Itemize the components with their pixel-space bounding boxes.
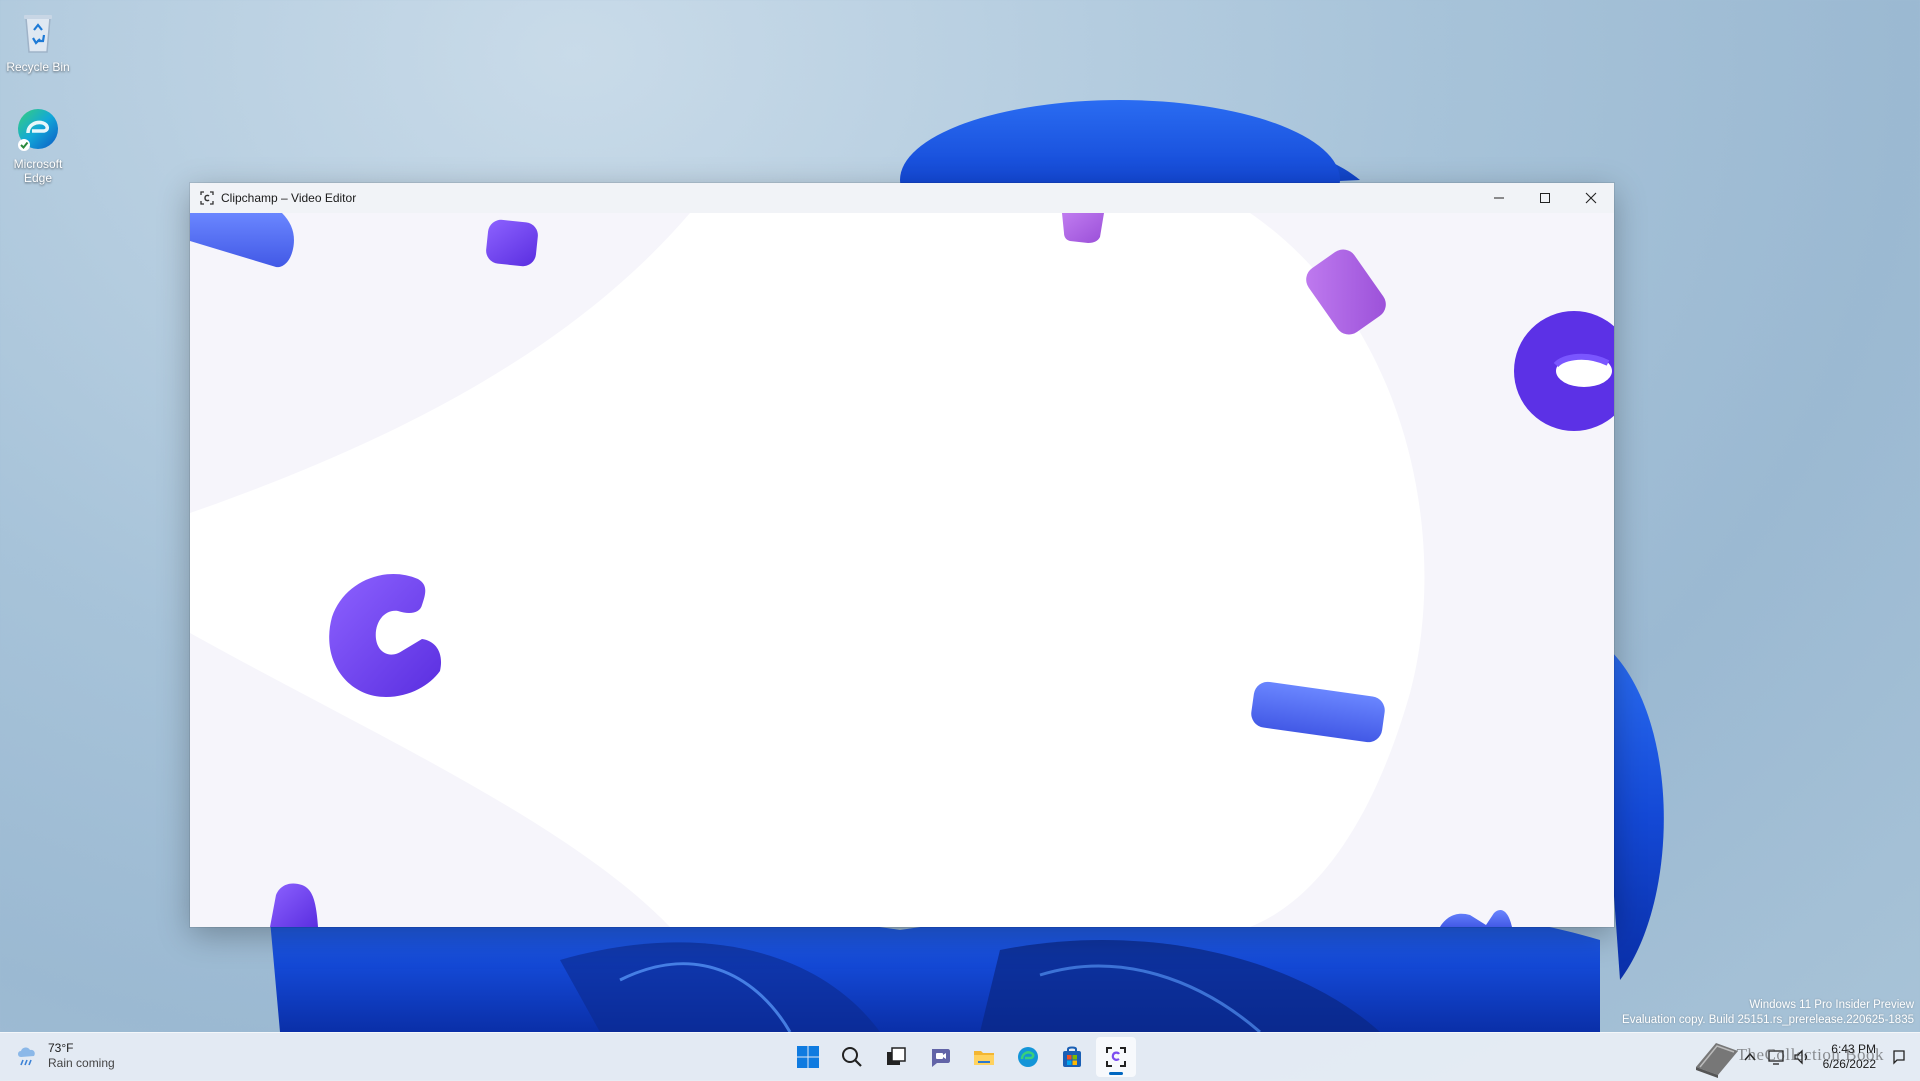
recycle-bin-icon [14,8,62,56]
book-icon [1696,1043,1738,1078]
decor-purple-cube [486,219,538,267]
weather-condition: Rain coming [48,1056,115,1070]
store-button[interactable] [1052,1037,1092,1077]
notification-icon [1893,1050,1905,1065]
splash-screen [190,213,1614,927]
taskbar: 73°F Rain coming 6:43 PM 6/26/2022 TheCo… [0,1032,1920,1081]
close-button[interactable] [1568,183,1614,213]
search-button[interactable] [832,1037,872,1077]
maximize-icon [1540,193,1550,203]
clock-time: 6:43 PM [1831,1042,1876,1056]
clipchamp-window[interactable]: Clipchamp – Video Editor [190,183,1614,927]
network-icon [1767,1050,1784,1065]
decor-violet-cube [1062,213,1104,243]
edge-icon [1018,1047,1038,1067]
file-explorer-button[interactable] [964,1037,1004,1077]
watermark-line-1: Windows 11 Pro Insider Preview [1749,999,1914,1011]
clipchamp-icon [1106,1047,1126,1067]
weather-temp: 73°F [48,1041,74,1055]
desktop-icon-label: Microsoft Edge [13,157,63,185]
close-icon [1585,192,1597,204]
minimize-button[interactable] [1476,183,1522,213]
weather-rain-icon [18,1047,35,1066]
clock-date: 6/26/2022 [1822,1057,1876,1071]
maximize-button[interactable] [1522,183,1568,213]
desktop-icon-label: Recycle Bin [6,60,70,74]
chevron-up-icon [1744,1052,1756,1061]
windows-watermark: Windows 11 Pro Insider Preview Evaluatio… [1622,998,1914,1028]
file-explorer-icon [974,1051,994,1065]
system-tray: 6:43 PM 6/26/2022 TheCollection Book [1737,1033,1920,1081]
store-icon [1063,1046,1081,1067]
start-icon [797,1046,819,1068]
teams-chat-icon [932,1049,950,1067]
weather-widget[interactable]: 73°F Rain coming [14,1041,115,1071]
clipchamp-app-icon [200,191,214,205]
desktop-icon-edge[interactable]: Microsoft Edge [0,105,76,185]
watermark-line-2: Evaluation copy. Build 25151.rs_prerelea… [1622,1014,1914,1026]
speaker-icon [1793,1049,1807,1065]
window-title: Clipchamp – Video Editor [221,191,357,205]
edge-button[interactable] [1008,1037,1048,1077]
start-button[interactable] [788,1037,828,1077]
desktop-icon-recycle-bin[interactable]: Recycle Bin [0,8,76,74]
volume-button[interactable] [1791,1046,1813,1068]
minimize-icon [1494,197,1504,199]
task-view-icon [887,1047,906,1065]
taskbar-apps [788,1037,1136,1077]
edge-icon [14,105,62,153]
teams-chat-button[interactable] [920,1037,960,1077]
clock[interactable]: 6:43 PM 6/26/2022 [1823,1042,1876,1072]
search-icon [842,1047,862,1067]
notifications-button[interactable] [1888,1046,1910,1068]
title-bar[interactable]: Clipchamp – Video Editor [190,183,1614,213]
network-button[interactable] [1765,1046,1787,1068]
clipchamp-taskbar-button[interactable] [1096,1037,1136,1077]
task-view-button[interactable] [876,1037,916,1077]
